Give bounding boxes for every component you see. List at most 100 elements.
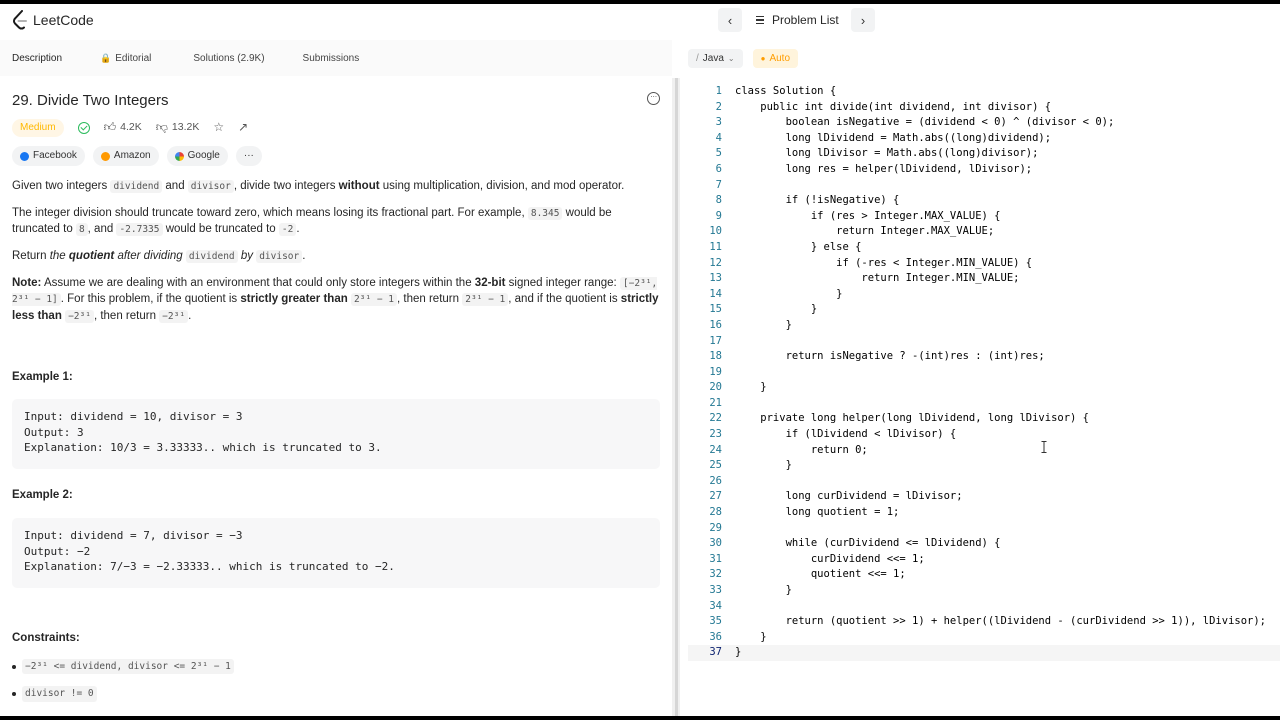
code-line[interactable]: 9 if (res > Integer.MAX_VALUE) { xyxy=(688,209,1280,225)
code-line[interactable]: 33 } xyxy=(688,583,1280,599)
star-icon[interactable]: ☆ xyxy=(213,119,224,136)
code-line-text: return Integer.MIN_VALUE; xyxy=(735,272,1020,285)
code-line[interactable]: 36 } xyxy=(688,630,1280,646)
line-number: 34 xyxy=(709,599,722,612)
code-line[interactable]: 31 curDividend <<= 1; xyxy=(688,552,1280,568)
code-line[interactable]: 6 long res = helper(lDividend, lDivisor)… xyxy=(688,162,1280,178)
code-line-text: long curDividend = lDivisor; xyxy=(735,490,963,503)
code-line[interactable]: 2 public int divide(int dividend, int di… xyxy=(688,100,1280,116)
code-line-text: long quotient = 1; xyxy=(735,506,900,519)
share-icon[interactable]: ↗ xyxy=(238,119,248,136)
code-line-text: } xyxy=(735,630,767,643)
description-paragraph: Given two integers dividend and divisor,… xyxy=(12,180,625,193)
code-line-text: class Solution { xyxy=(735,85,837,97)
company-tags: Facebook Amazon Google ··· xyxy=(12,146,660,166)
line-number: 14 xyxy=(709,287,722,300)
line-number: 9 xyxy=(715,209,722,222)
line-number: 8 xyxy=(715,194,722,207)
slash-icon: / xyxy=(696,52,699,64)
code-line-text: if (res > Integer.MAX_VALUE) { xyxy=(735,209,1001,222)
code-line[interactable]: 12 if (-res < Integer.MIN_VALUE) { xyxy=(688,256,1280,272)
problem-list-label: Problem List xyxy=(772,13,839,27)
code-editor-panel: / Java ⌄ ● Auto 1 class Solution {2 public i… xyxy=(688,40,1280,716)
code-line[interactable]: 32 quotient <<= 1; xyxy=(688,567,1280,583)
code-line[interactable]: 8 if (!isNegative) { xyxy=(688,193,1280,209)
code-line[interactable]: 11 } else { xyxy=(688,240,1280,256)
code-area[interactable]: 1 class Solution {2 public int divide(int… xyxy=(688,84,1280,661)
code-line[interactable]: 19 xyxy=(688,365,1280,381)
code-line-text: curDividend <<= 1; xyxy=(735,552,925,565)
code-line[interactable]: 3 boolean isNegative = (dividend < 0) ^ … xyxy=(688,115,1280,131)
logo[interactable]: LeetCode xyxy=(12,10,94,30)
company-tag-facebook[interactable]: Facebook xyxy=(12,146,85,166)
line-number: 37 xyxy=(709,646,722,659)
company-tag-amazon[interactable]: Amazon xyxy=(92,146,159,166)
code-line[interactable]: 35 return (quotient >> 1) + helper((lDiv… xyxy=(688,614,1280,630)
code-line[interactable]: 18 return isNegative ? -(int)res : (int)… xyxy=(688,349,1280,365)
code-line[interactable]: 26 xyxy=(688,474,1280,490)
code-line-text: long lDividend = Math.abs((long)dividend… xyxy=(735,131,1052,144)
panel-resize-handle[interactable] xyxy=(675,78,678,716)
dislike-button[interactable]: 👎︎ 13.2K xyxy=(156,119,200,136)
line-number: 4 xyxy=(715,131,722,144)
code-line[interactable]: 13 return Integer.MIN_VALUE; xyxy=(688,271,1280,287)
code-line[interactable]: 28 long quotient = 1; xyxy=(688,505,1280,521)
code-line[interactable]: 17 xyxy=(688,334,1280,350)
code-line[interactable]: 27 long curDividend = lDivisor; xyxy=(688,489,1280,505)
line-number: 6 xyxy=(715,162,722,175)
code-line[interactable]: 25 } xyxy=(688,458,1280,474)
list-icon xyxy=(756,15,764,25)
tab-submissions[interactable]: Submissions xyxy=(291,40,372,76)
code-line[interactable]: 14 } xyxy=(688,287,1280,303)
code-line-text: boolean isNegative = (dividend < 0) ^ (d… xyxy=(735,116,1115,129)
prev-problem-button[interactable]: ‹ xyxy=(718,8,742,32)
code-line-text: if (!isNegative) { xyxy=(735,194,900,207)
example-1-box: Input: dividend = 10, divisor = 3 Output… xyxy=(12,399,660,470)
auto-mode-button[interactable]: ● Auto xyxy=(752,48,799,68)
description-paragraph: The integer division should truncate tow… xyxy=(12,206,612,237)
tab-description[interactable]: Description xyxy=(0,40,74,76)
code-line-text: } xyxy=(735,287,843,300)
code-line[interactable]: 7 xyxy=(688,178,1280,194)
code-line[interactable]: 15 } xyxy=(688,302,1280,318)
company-tag-google[interactable]: Google xyxy=(166,146,228,166)
line-number: 3 xyxy=(715,116,722,129)
text-cursor-icon xyxy=(1041,441,1047,453)
solved-check-icon xyxy=(77,122,90,134)
tab-solutions[interactable]: Solutions (2.9K) xyxy=(181,40,276,76)
problem-meta: Medium 👍︎ 4.2K 👎︎ 13.2K ☆ ↗ xyxy=(12,118,660,138)
language-select[interactable]: / Java ⌄ xyxy=(688,48,743,68)
code-line[interactable]: 5 long lDivisor = Math.abs((long)divisor… xyxy=(688,146,1280,162)
problem-list-button[interactable]: Problem List xyxy=(750,8,845,32)
code-line[interactable]: 1 class Solution { xyxy=(688,84,1280,100)
code-line[interactable]: 30 while (curDividend <= lDividend) { xyxy=(688,536,1280,552)
tab-editorial[interactable]: 🔒 Editorial xyxy=(88,40,163,76)
code-line[interactable]: 10 return Integer.MAX_VALUE; xyxy=(688,224,1280,240)
code-line[interactable]: 37} xyxy=(688,645,1280,661)
more-options-icon[interactable]: ··· xyxy=(647,92,660,105)
code-line[interactable]: 4 long lDividend = Math.abs((long)divide… xyxy=(688,131,1280,147)
problem-content: 29. Divide Two Integers ··· Medium 👍︎ 4.2… xyxy=(0,90,672,703)
next-problem-button[interactable]: › xyxy=(851,8,875,32)
like-button[interactable]: 👍︎ 4.2K xyxy=(104,119,142,136)
code-line[interactable]: 23 if (lDividend < lDivisor) { xyxy=(688,427,1280,443)
code-line[interactable]: 21 xyxy=(688,396,1280,412)
editorial-icon: 🔒 xyxy=(100,52,112,63)
line-number: 33 xyxy=(709,584,722,596)
code-line-text: } xyxy=(735,381,767,394)
code-line[interactable]: 34 xyxy=(688,599,1280,615)
code-line-text: return (quotient >> 1) + helper((lDivide… xyxy=(735,615,1267,628)
line-number: 36 xyxy=(709,630,722,643)
code-line[interactable]: 22 private long helper(long lDividend, l… xyxy=(688,411,1280,427)
code-line[interactable]: 16 } xyxy=(688,318,1280,334)
tab-bar: Description 🔒 Editorial Solutions (2.9K) … xyxy=(0,40,672,76)
code-line[interactable]: 29 xyxy=(688,521,1280,537)
code-line-text: public int divide(int dividend, int divi… xyxy=(735,100,1052,113)
code-line-text: private long helper(long lDividend, long… xyxy=(735,412,1090,425)
code-line[interactable]: 24 return 0; xyxy=(688,443,1280,459)
code-line-text: while (curDividend <= lDividend) { xyxy=(735,537,1001,550)
more-companies-button[interactable]: ··· xyxy=(235,146,262,166)
code-line[interactable]: 20 } xyxy=(688,380,1280,396)
